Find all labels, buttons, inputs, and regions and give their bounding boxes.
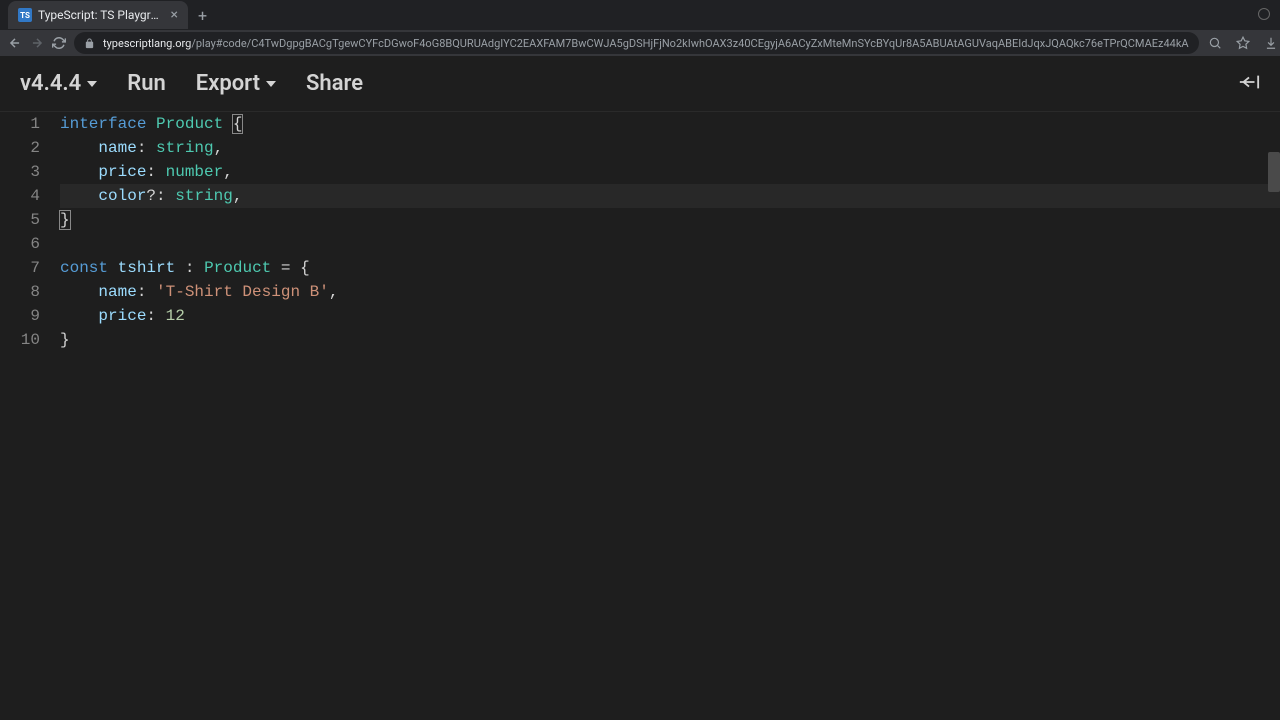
tab-bar: TS TypeScript: TS Playground - A × + <box>0 0 1280 30</box>
playground-toolbar: v4.4.4 Run Export Share <box>0 56 1280 112</box>
share-button[interactable]: Share <box>306 71 363 96</box>
url-text: typescriptlang.org/play#code/C4TwDgpgBAC… <box>103 37 1189 50</box>
code-content[interactable]: interface Product { name: string, price:… <box>60 112 1280 720</box>
collapse-panel-icon[interactable] <box>1238 72 1260 96</box>
chevron-down-icon <box>266 81 276 87</box>
download-icon[interactable] <box>1263 35 1279 51</box>
nav-bar: typescriptlang.org/play#code/C4TwDgpgBAC… <box>0 30 1280 56</box>
browser-tab[interactable]: TS TypeScript: TS Playground - A × <box>8 1 188 29</box>
search-page-icon[interactable] <box>1207 35 1223 51</box>
code-editor[interactable]: 12345678910 interface Product { name: st… <box>0 112 1280 720</box>
window-control-icon[interactable] <box>1258 8 1270 20</box>
forward-icon[interactable] <box>30 35 44 51</box>
tab-title: TypeScript: TS Playground - A <box>38 8 165 22</box>
export-button[interactable]: Export <box>196 71 276 96</box>
close-icon[interactable]: × <box>171 7 178 23</box>
version-select[interactable]: v4.4.4 <box>20 71 97 96</box>
scrollbar-thumb[interactable] <box>1268 152 1280 192</box>
back-icon[interactable] <box>8 35 22 51</box>
toolbar-icons: J <box>1207 34 1280 52</box>
star-icon[interactable] <box>1235 35 1251 51</box>
line-gutter: 12345678910 <box>0 112 60 720</box>
lock-icon <box>84 38 95 49</box>
run-button[interactable]: Run <box>127 71 166 96</box>
browser-chrome: TS TypeScript: TS Playground - A × + typ… <box>0 0 1280 56</box>
new-tab-button[interactable]: + <box>188 6 217 25</box>
chevron-down-icon <box>87 81 97 87</box>
favicon-icon: TS <box>18 8 32 22</box>
url-bar[interactable]: typescriptlang.org/play#code/C4TwDgpgBAC… <box>74 32 1199 54</box>
reload-icon[interactable] <box>52 35 66 51</box>
